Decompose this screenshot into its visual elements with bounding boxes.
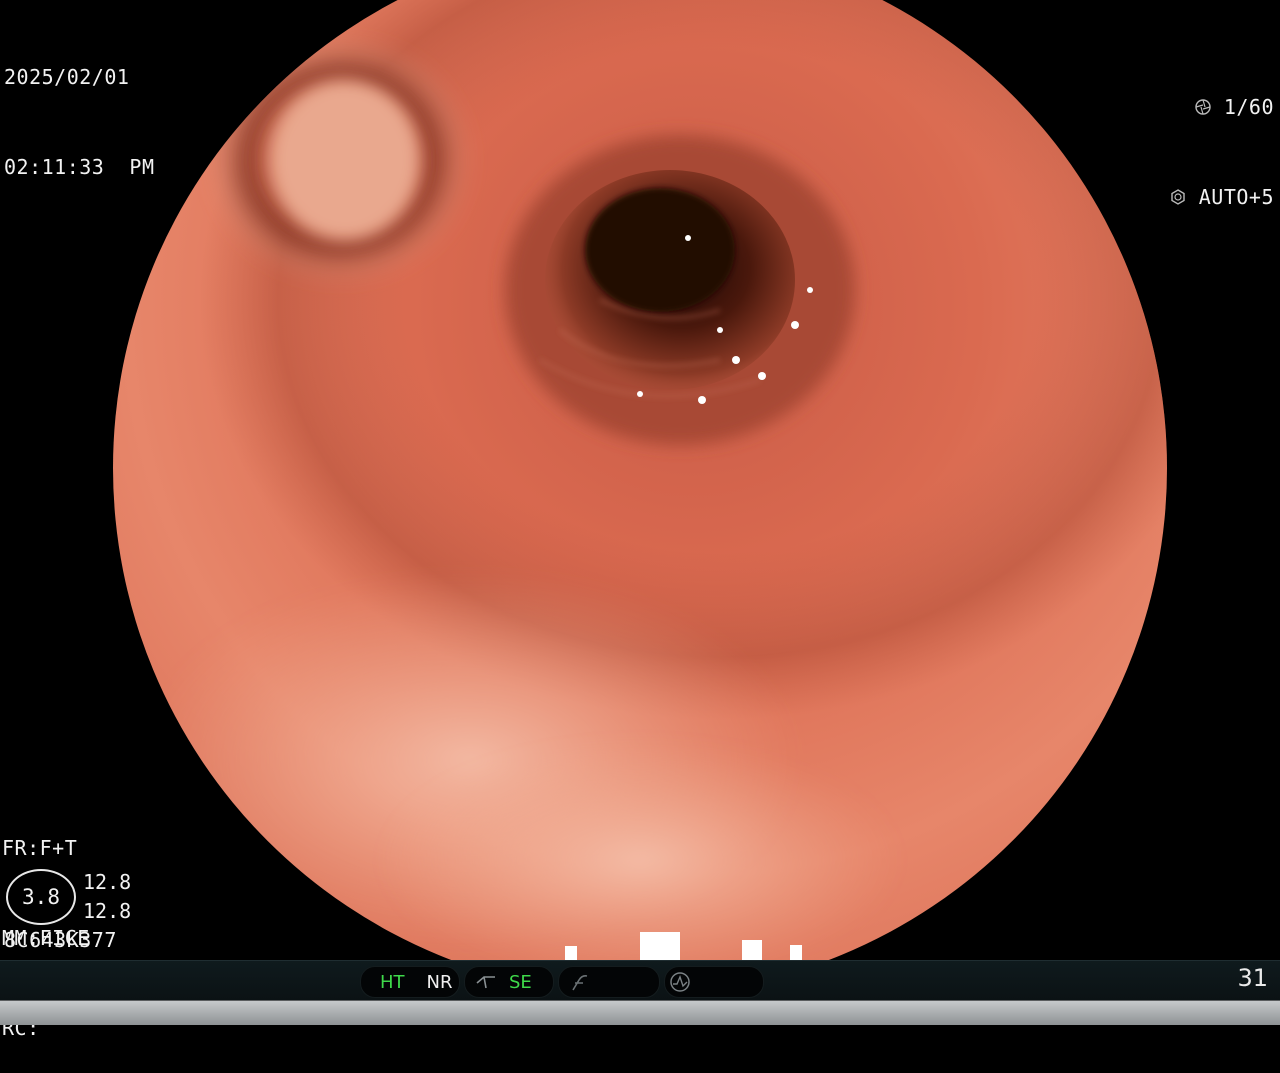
- gauge-values: 12.8 12.8: [83, 868, 131, 926]
- time-text: 02:11:33 PM: [4, 155, 155, 179]
- se-indicator: SE: [464, 966, 554, 998]
- status-bar: HT NR SE 31: [0, 960, 1280, 1001]
- shutter-icon: [1195, 99, 1211, 115]
- iris-icon: [1171, 189, 1185, 205]
- endoscope-image-field: [0, 0, 1280, 960]
- waveform-icon: [670, 972, 690, 992]
- fr-setting: FR:F+T: [2, 836, 78, 860]
- gauge-value-text: 3.8: [22, 885, 60, 909]
- exposure-readout: 1/60 AUTO+5: [1169, 32, 1274, 242]
- serial-number: 8C643K377: [4, 928, 117, 952]
- nr-label: NR: [426, 971, 453, 993]
- exposure-mode-text: AUTO+5: [1198, 185, 1274, 209]
- bottom-strip: [0, 1000, 1280, 1025]
- curve-indicator: [558, 966, 660, 998]
- enhance-curve-icon: [476, 976, 495, 989]
- ht-label: HT: [380, 971, 405, 993]
- gauge-value-2: 12.8: [83, 899, 132, 923]
- gauge-value-badge: 3.8: [6, 869, 76, 925]
- ht-nr-indicator: HT NR: [360, 966, 460, 998]
- gamma-curve-icon: [572, 975, 588, 991]
- gauge-group: 3.8 12.8 12.8: [6, 868, 131, 926]
- gauge-value-1: 12.8: [83, 870, 132, 894]
- frame-counter: 31: [1237, 964, 1268, 992]
- se-label: SE: [509, 971, 532, 993]
- waveform-indicator: [664, 966, 764, 998]
- shutter-speed-text: 1/60: [1223, 95, 1274, 119]
- date-text: 2025/02/01: [4, 65, 130, 89]
- datetime-readout: 2025/02/01 02:11:33 PM: [4, 2, 155, 212]
